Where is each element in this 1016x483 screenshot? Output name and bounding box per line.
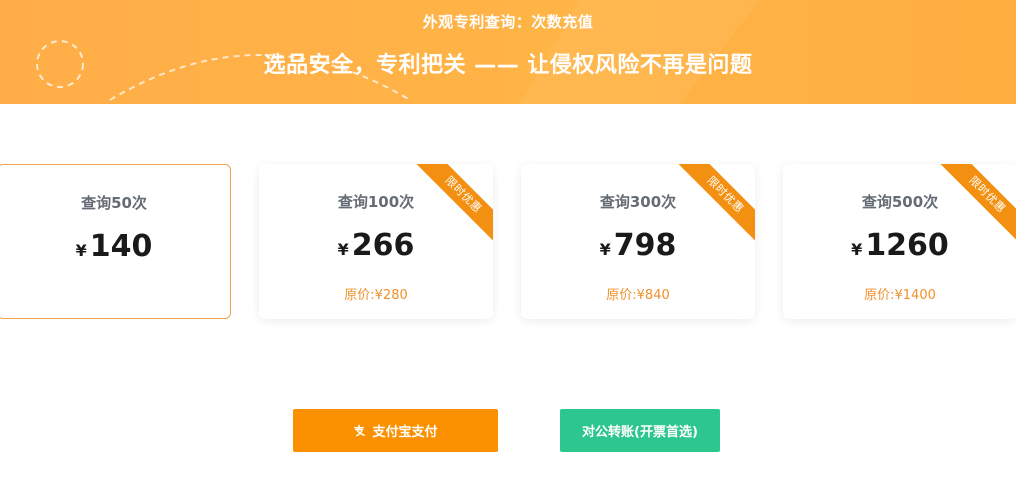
plan-name: 查询100次: [337, 193, 415, 211]
plan-price: ¥266: [259, 228, 493, 263]
currency-symbol: ¥: [75, 241, 87, 260]
alipay-button-label: 支付宝支付: [372, 425, 438, 440]
currency-symbol: ¥: [851, 240, 863, 259]
banner-title: 选品安全，专利把关 —— 让侵权风险不再是问题: [263, 53, 753, 78]
plan-name: 查询300次: [599, 193, 677, 211]
plan-card-500[interactable]: 限时优惠 查询500次 ¥1260 原价:¥1400: [783, 164, 1016, 319]
bank-transfer-button[interactable]: 对公转账(开票首选): [560, 409, 720, 452]
original-price: 原价:¥840: [606, 288, 670, 303]
alipay-button[interactable]: 支付宝支付: [293, 409, 498, 452]
banner-subtitle: 外观专利查询：次数充值: [422, 13, 594, 31]
currency-symbol: ¥: [337, 240, 349, 259]
header-banner: 外观专利查询：次数充值 选品安全，专利把关 —— 让侵权风险不再是问题: [0, 0, 1016, 104]
bank-transfer-button-label: 对公转账(开票首选): [582, 425, 698, 440]
plan-card-100[interactable]: 限时优惠 查询100次 ¥266 原价:¥280: [259, 164, 493, 319]
plan-price: ¥140: [0, 229, 230, 264]
price-amount: 1260: [865, 228, 949, 263]
plan-name: 查询500次: [861, 193, 939, 211]
plan-card-300[interactable]: 限时优惠 查询300次 ¥798 原价:¥840: [521, 164, 755, 319]
alipay-icon: [354, 424, 366, 437]
price-amount: 140: [89, 229, 153, 264]
plan-name: 查询50次: [81, 194, 147, 212]
plan-price: ¥1260: [783, 228, 1016, 263]
price-amount: 798: [613, 228, 677, 263]
price-amount: 266: [351, 228, 415, 263]
plan-price: ¥798: [521, 228, 755, 263]
currency-symbol: ¥: [599, 240, 611, 259]
original-price: 原价:¥280: [344, 288, 408, 303]
original-price: 原价:¥1400: [864, 288, 936, 303]
plan-card-50[interactable]: 查询50次 ¥140: [0, 164, 231, 319]
